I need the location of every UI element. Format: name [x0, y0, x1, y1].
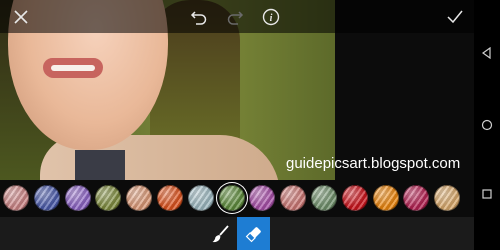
- system-navigation-bar: [474, 0, 500, 250]
- color-swatch-13[interactable]: [372, 185, 399, 211]
- color-swatch-14[interactable]: [403, 185, 430, 211]
- color-swatch-15[interactable]: [434, 185, 461, 211]
- close-icon: [14, 10, 28, 24]
- color-swatch-6[interactable]: [157, 185, 183, 211]
- eraser-tool-button[interactable]: [237, 217, 270, 250]
- recents-square-icon: [482, 189, 492, 199]
- info-icon: i: [262, 8, 280, 26]
- color-swatch-strip: [0, 180, 474, 217]
- color-swatch-12[interactable]: [341, 185, 368, 211]
- photo-shirt: [75, 150, 125, 180]
- color-swatch-2[interactable]: [33, 185, 60, 211]
- nav-back-button[interactable]: [477, 43, 497, 63]
- color-swatch-10[interactable]: [280, 185, 307, 211]
- color-swatch-3[interactable]: [64, 185, 91, 211]
- close-button[interactable]: [8, 4, 34, 30]
- undo-icon: [190, 11, 207, 25]
- bottom-toolbar: [0, 217, 474, 250]
- redo-button[interactable]: [222, 4, 248, 30]
- home-circle-icon: [481, 119, 493, 131]
- color-swatch-11[interactable]: [311, 185, 337, 211]
- checkmark-icon: [447, 10, 463, 24]
- info-glyph: i: [270, 13, 273, 24]
- top-toolbar: i: [0, 0, 474, 33]
- back-triangle-icon: [481, 47, 491, 59]
- color-swatch-9[interactable]: [249, 185, 276, 211]
- color-swatch-4[interactable]: [95, 185, 122, 211]
- nav-home-button[interactable]: [477, 115, 497, 135]
- watermark-text: guidepicsart.blogspot.com: [286, 155, 461, 172]
- info-button[interactable]: i: [258, 4, 284, 30]
- apply-button[interactable]: [442, 4, 468, 30]
- eraser-icon: [245, 226, 261, 242]
- redo-icon: [227, 11, 244, 25]
- color-swatch-8[interactable]: [218, 185, 245, 211]
- nav-recents-button[interactable]: [477, 184, 497, 204]
- editor-screen: i guidepicsart.blogspot.com: [0, 0, 474, 250]
- color-swatch-1[interactable]: [3, 185, 29, 211]
- photo-teeth: [51, 65, 95, 71]
- undo-button[interactable]: [186, 4, 212, 30]
- brush-tool-button[interactable]: [204, 217, 237, 250]
- color-swatch-7[interactable]: [187, 185, 214, 211]
- color-swatch-5[interactable]: [126, 185, 153, 211]
- brush-icon: [212, 224, 229, 242]
